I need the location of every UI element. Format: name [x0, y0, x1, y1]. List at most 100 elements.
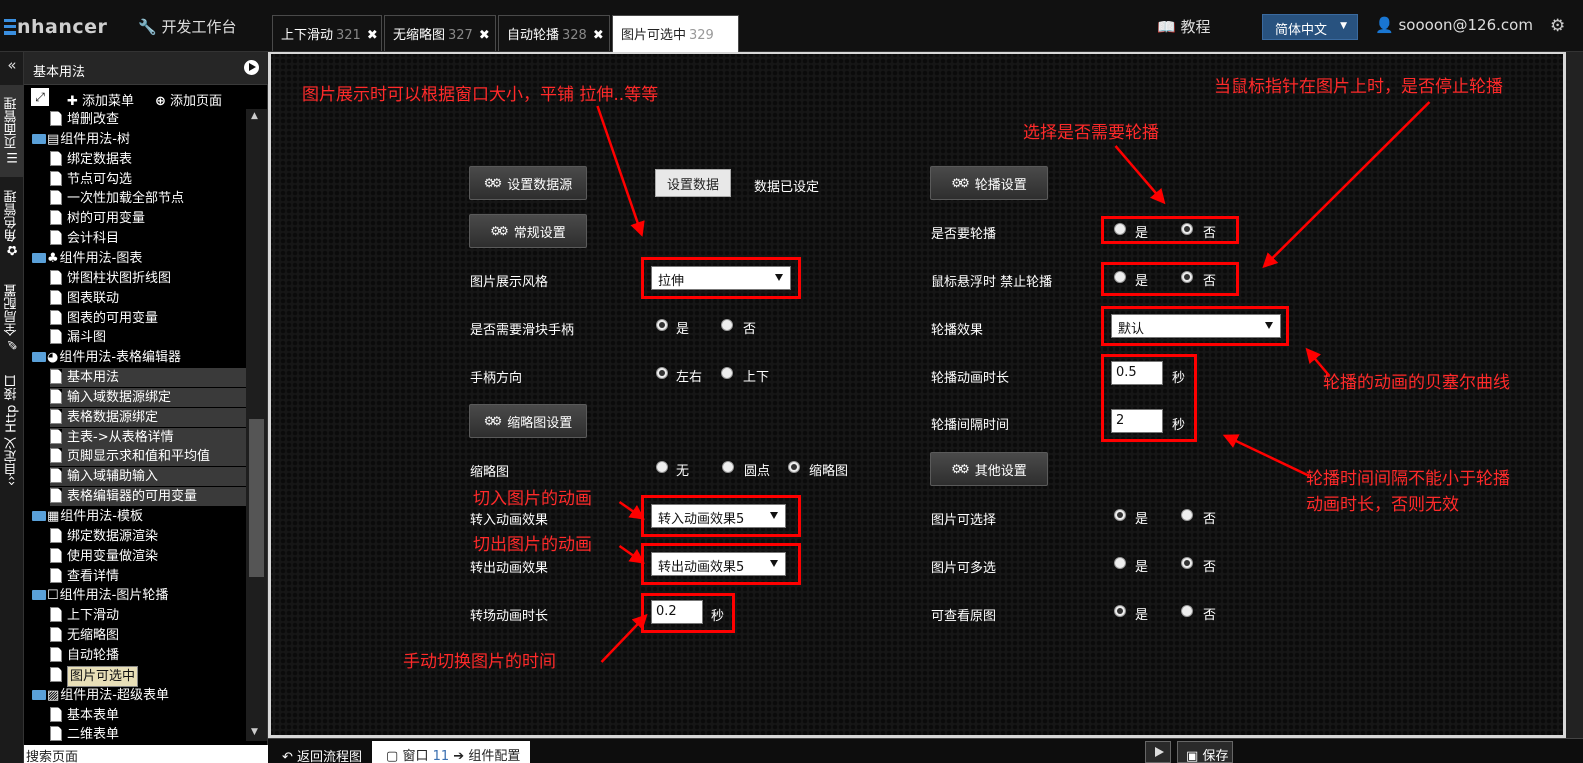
- multiselect-no-radio[interactable]: [1181, 557, 1193, 569]
- thumb-pic-radio[interactable]: [788, 461, 800, 473]
- devtools-link[interactable]: 🔧 开发工作台: [138, 16, 236, 37]
- annotation-arrow: [618, 544, 645, 564]
- view-orig-no-radio[interactable]: [1181, 605, 1193, 617]
- group-icon: ☐: [47, 588, 59, 604]
- play-icon[interactable]: [244, 60, 259, 75]
- canvas-scrollbar[interactable]: [1566, 52, 1583, 738]
- tutorial-link[interactable]: 📖 教程: [1157, 16, 1210, 37]
- annotation-box: [1101, 354, 1197, 442]
- sidebar-scrollbar[interactable]: ▲ ▼: [246, 109, 267, 741]
- tree-folder[interactable]: ♣ 组件用法-图表: [32, 249, 142, 268]
- scrollbar-thumb[interactable]: [249, 419, 264, 577]
- user-menu[interactable]: 👤 soooon@126.com: [1375, 16, 1533, 34]
- carousel-settings-button[interactable]: ⚙⚙ 轮播设置: [930, 166, 1048, 200]
- annotation-text: 图片展示时可以根据窗口大小，平铺 拉伸..等等: [302, 85, 659, 105]
- view-orig-yes-radio[interactable]: [1114, 605, 1126, 617]
- vtab-label: 全局配置: [4, 284, 20, 337]
- annotation-arrow: [1262, 101, 1431, 269]
- tree-page-item[interactable]: 查看详情: [50, 567, 119, 586]
- slider-handle-no-radio[interactable]: [721, 319, 733, 331]
- tree-page-item[interactable]: 使用变量做渲染: [50, 547, 158, 566]
- vtab-custom-http[interactable]: ‹› 自定义 Http 接口: [0, 368, 24, 493]
- tree-page-item[interactable]: 绑定数据源渲染: [50, 527, 158, 546]
- annotation-box: [641, 593, 735, 633]
- tab-slide-vertical[interactable]: 上下滑动 321 ✖: [272, 15, 382, 51]
- thumb-dot-radio[interactable]: [722, 461, 734, 473]
- thumbnail-settings-button[interactable]: ⚙⚙ 缩略图设置: [469, 404, 587, 438]
- tree-page-item[interactable]: 图表的可用变量: [50, 309, 158, 328]
- collapse-icon[interactable]: «: [0, 56, 24, 80]
- wrench-icon: 🔧: [138, 18, 157, 36]
- tab-image-selectable[interactable]: 图片可选中 329: [612, 15, 739, 52]
- tree-page-item[interactable]: 二维表单: [50, 725, 119, 741]
- save-button[interactable]: ▣ 保存: [1177, 741, 1233, 763]
- tree-folder[interactable]: ▦ 组件用法-模板: [32, 507, 143, 526]
- tree-page-item[interactable]: 输入域辅助输入: [50, 467, 246, 487]
- tree-page-item[interactable]: 图表联动: [50, 289, 119, 308]
- tree-page-item[interactable]: 饼图柱状图折线图: [50, 269, 171, 288]
- logo-text: nhancer: [17, 16, 108, 38]
- general-settings-button[interactable]: ⚙⚙ 常规设置: [469, 214, 587, 248]
- vtab-page-management[interactable]: ☰ 页面管理: [0, 85, 24, 177]
- carousel-interval-label: 轮播间隔时间: [931, 418, 1010, 433]
- tab-autoplay[interactable]: 自动轮播 328 ✖: [498, 15, 610, 51]
- scroll-down-icon[interactable]: ▼: [251, 727, 258, 737]
- radio-label: 是: [1135, 560, 1149, 575]
- tree-page-item[interactable]: 基本表单: [50, 706, 119, 725]
- close-icon[interactable]: ✖: [593, 28, 604, 43]
- tree-page-item[interactable]: 一次性加载全部节点: [50, 189, 184, 208]
- gear-icon[interactable]: ⚙: [1550, 16, 1565, 36]
- close-icon[interactable]: ✖: [479, 28, 490, 43]
- vtab-global-config[interactable]: ✎ 全局配置: [0, 270, 24, 366]
- back-to-flow-button[interactable]: ↶ 返回流程图: [270, 743, 363, 763]
- handle-ud-radio[interactable]: [721, 367, 733, 379]
- tree-page-item[interactable]: 表格编辑器的可用变量: [50, 487, 246, 507]
- tree-folder[interactable]: ▤ 组件用法-树: [32, 130, 130, 149]
- tree-page-item[interactable]: 绑定数据表: [50, 150, 132, 169]
- scroll-up-icon[interactable]: ▲: [251, 111, 258, 121]
- vtab-role-management[interactable]: ✿ 角色管理: [0, 180, 24, 268]
- tree-page-item[interactable]: 输入域数据源绑定: [50, 387, 246, 407]
- tree-page-item[interactable]: 无缩略图: [50, 626, 119, 645]
- radio-label: 否: [743, 322, 757, 337]
- thumb-none-radio[interactable]: [656, 461, 668, 473]
- back-icon: ↶: [282, 750, 293, 763]
- multiselect-yes-radio[interactable]: [1114, 557, 1126, 569]
- language-dropdown[interactable]: 简体中文 ▼: [1262, 14, 1358, 40]
- tree-page-item[interactable]: 会计科目: [50, 229, 119, 248]
- tree-folder[interactable]: ◕ 组件用法-表格编辑器: [32, 348, 181, 367]
- handle-lr-radio[interactable]: [656, 367, 668, 379]
- other-settings-button[interactable]: ⚙⚙ 其他设置: [930, 452, 1048, 486]
- tree-page-item[interactable]: 节点可勾选: [50, 170, 132, 189]
- tree-page-item[interactable]: 上下滑动: [50, 606, 119, 625]
- expand-icon[interactable]: ⤢: [31, 88, 49, 106]
- tree-page-item[interactable]: 图片可选中: [50, 665, 139, 687]
- tree-page-item[interactable]: 表格数据源绑定: [50, 407, 246, 427]
- slider-handle-yes-radio[interactable]: [656, 319, 668, 331]
- tree-page-item[interactable]: 自动轮播: [50, 646, 119, 665]
- tree-page-item[interactable]: 基本用法: [50, 368, 246, 388]
- selectable-no-radio[interactable]: [1181, 509, 1193, 521]
- tree-folder[interactable]: ☐ 组件用法-图片轮播: [32, 586, 168, 605]
- tree-page-item[interactable]: 漏斗图: [50, 328, 106, 347]
- window-component-tab[interactable]: ▢ 窗口 11 ➔ 组件配置: [372, 741, 531, 763]
- selectable-yes-radio[interactable]: [1114, 509, 1126, 521]
- folder-icon: [32, 590, 46, 601]
- sidebar-header: 基本用法: [24, 52, 268, 85]
- annotation-box: [1101, 306, 1289, 346]
- set-datasource-button[interactable]: ⚙⚙ 设置数据源: [469, 166, 587, 200]
- run-button[interactable]: [1145, 741, 1171, 763]
- tree-page-item[interactable]: 页脚显示求和值和平均值: [50, 447, 246, 467]
- close-icon[interactable]: ✖: [367, 28, 378, 43]
- tree-page-item[interactable]: 增删改查: [50, 110, 119, 129]
- tree-page-item[interactable]: 主表->从表格详情: [50, 427, 246, 447]
- tree-folder[interactable]: ▨ 组件用法-超级表单: [32, 686, 169, 705]
- add-menu-button[interactable]: ✚ 添加菜单: [67, 90, 134, 109]
- button-label: 常规设置: [513, 225, 566, 241]
- tab-no-thumbnail[interactable]: 无缩略图 327 ✖: [384, 15, 496, 51]
- set-data-button[interactable]: 设置数据: [655, 169, 731, 197]
- app-logo[interactable]: nhancer: [4, 16, 107, 38]
- sidebar-search[interactable]: 搜索页面: [24, 745, 268, 763]
- add-page-button[interactable]: ⊕ 添加页面: [155, 90, 222, 109]
- tree-page-item[interactable]: 树的可用变量: [50, 209, 145, 228]
